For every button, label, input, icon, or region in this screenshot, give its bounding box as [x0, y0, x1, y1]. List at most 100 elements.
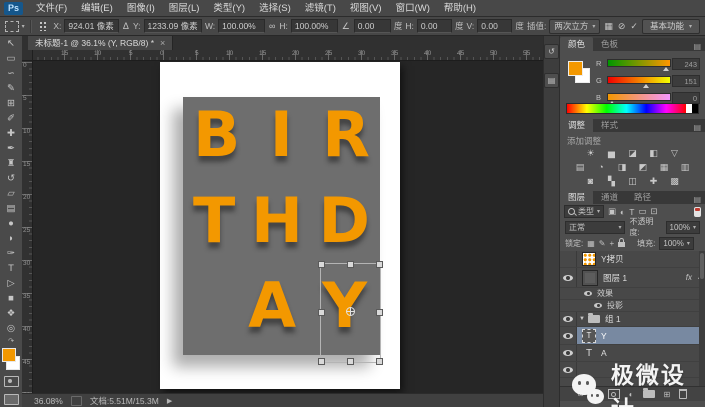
- zoom-level[interactable]: 36.08%: [34, 396, 63, 406]
- panel-foreground-swatch[interactable]: [568, 61, 583, 76]
- green-value[interactable]: 151: [672, 75, 700, 87]
- zoom-tool[interactable]: ◎: [0, 321, 22, 336]
- tool-preset-dropdown-icon[interactable]: ▾: [22, 23, 25, 30]
- tab-color[interactable]: 颜色: [560, 37, 594, 51]
- eraser-tool[interactable]: ▱: [0, 186, 22, 201]
- history-brush-tool[interactable]: ↺: [0, 171, 22, 186]
- green-slider[interactable]: [607, 76, 671, 88]
- lock-transparent-pixels-icon[interactable]: ▦: [587, 239, 595, 248]
- filter-on-off-toggle[interactable]: [694, 206, 701, 217]
- menu-file[interactable]: 文件(F): [29, 0, 74, 17]
- x-input[interactable]: 924.01 像素: [64, 19, 119, 33]
- clone-stamp-tool[interactable]: ♜: [0, 156, 22, 171]
- y-input[interactable]: 1233.09 像素: [143, 19, 202, 33]
- tab-styles[interactable]: 样式: [593, 118, 626, 132]
- selective-color-icon[interactable]: ✚: [646, 175, 661, 187]
- transform-handle-bottom-center[interactable]: [347, 358, 354, 365]
- transform-handle-bottom-left[interactable]: [318, 358, 325, 365]
- posterize-icon[interactable]: ▚: [604, 175, 619, 187]
- quick-mask-icon[interactable]: [3, 376, 19, 387]
- vibrance-icon[interactable]: ▽: [667, 147, 682, 159]
- document-tab[interactable]: 未标题-1 @ 36.1% (Y, RGB/8) * ×: [28, 36, 174, 50]
- healing-brush-tool[interactable]: ✚: [0, 126, 22, 141]
- warp-mode-icon[interactable]: ▦: [603, 21, 614, 32]
- visibility-toggle[interactable]: [560, 268, 577, 287]
- cancel-transform-icon[interactable]: ⊘: [617, 21, 627, 32]
- menu-filter[interactable]: 滤镜(T): [298, 0, 343, 17]
- height-input[interactable]: 100.00%: [290, 19, 338, 33]
- tab-channels[interactable]: 通道: [593, 190, 626, 204]
- properties-panel-icon[interactable]: ▤: [544, 73, 559, 88]
- pen-tool[interactable]: ✑: [0, 246, 22, 261]
- brush-tool[interactable]: ✒: [0, 141, 22, 156]
- lock-all-icon[interactable]: [618, 238, 626, 247]
- color-lookup-icon[interactable]: ▥: [678, 161, 693, 173]
- lock-position-icon[interactable]: +: [610, 239, 615, 248]
- red-slider-thumb[interactable]: [663, 67, 670, 71]
- eye-icon[interactable]: [584, 291, 592, 296]
- tab-close-icon[interactable]: ×: [160, 38, 165, 48]
- group-row[interactable]: ▼ 组 1: [560, 312, 705, 327]
- transform-handle-middle-right[interactable]: [376, 309, 383, 316]
- channel-mixer-icon[interactable]: ▦: [657, 161, 672, 173]
- canvas-viewport[interactable]: 15 10 5 0 5 10 15 20 25 30 35 40 45 50 5…: [22, 50, 543, 393]
- drop-shadow-row[interactable]: 投影: [560, 300, 705, 312]
- color-spectrum-bar[interactable]: [566, 103, 699, 114]
- threshold-icon[interactable]: ◫: [625, 175, 640, 187]
- panel-menu-icon[interactable]: ▤: [693, 42, 705, 51]
- path-selection-tool[interactable]: ▷: [0, 276, 22, 291]
- transform-bounding-box[interactable]: [318, 261, 383, 365]
- swap-colors-icon[interactable]: ↷: [0, 336, 22, 346]
- group-expand-icon[interactable]: ▼: [577, 316, 588, 322]
- menu-image[interactable]: 图像(I): [120, 0, 162, 17]
- blue-slider[interactable]: [607, 93, 671, 105]
- layer-thumbnail[interactable]: [582, 252, 596, 266]
- tab-adjustments[interactable]: 调整: [560, 118, 594, 132]
- reference-point-locator[interactable]: [38, 21, 49, 31]
- width-input[interactable]: 100.00%: [218, 19, 265, 33]
- transform-handle-top-left[interactable]: [318, 261, 325, 268]
- marquee-tool[interactable]: ▭: [0, 51, 22, 66]
- menu-edit[interactable]: 编辑(E): [74, 0, 120, 17]
- crop-tool[interactable]: ⊞: [0, 96, 22, 111]
- filter-pixel-layers-icon[interactable]: ▣: [608, 206, 616, 217]
- menu-layer[interactable]: 图层(L): [162, 0, 207, 17]
- transform-handle-middle-left[interactable]: [318, 309, 325, 316]
- dodge-tool[interactable]: ◗: [0, 231, 22, 246]
- black-white-icon[interactable]: ◨: [615, 161, 630, 173]
- history-panel-icon[interactable]: ↺: [544, 44, 559, 59]
- foreground-color-swatch[interactable]: [2, 348, 16, 362]
- vertical-ruler[interactable]: 0 5 10 15 20 25 30 35 40 45 50: [22, 60, 33, 393]
- text-layer-thumbnail[interactable]: T: [582, 328, 596, 343]
- visibility-toggle[interactable]: [560, 312, 577, 326]
- tab-paths[interactable]: 路径: [626, 190, 659, 204]
- menu-type[interactable]: 类型(Y): [206, 0, 252, 17]
- layer-filter-select[interactable]: 类型 ▾: [564, 205, 605, 218]
- visibility-toggle[interactable]: [560, 327, 577, 344]
- transform-handle-top-center[interactable]: [347, 261, 354, 268]
- panel-menu-icon[interactable]: ▤: [693, 123, 705, 132]
- filter-type-layers-icon[interactable]: T: [629, 207, 634, 217]
- angle-input[interactable]: 0.00: [353, 19, 391, 33]
- tool-preset-icon[interactable]: [5, 20, 19, 32]
- curves-icon[interactable]: ◪: [625, 147, 640, 159]
- selected-layer-strip[interactable]: T Y: [577, 327, 705, 344]
- type-tool[interactable]: T: [0, 261, 22, 276]
- shape-tool[interactable]: ■: [0, 291, 22, 306]
- tab-swatches[interactable]: 色板: [593, 37, 626, 51]
- v-skew-input[interactable]: 0.00: [477, 19, 513, 33]
- exposure-icon[interactable]: ◧: [646, 147, 661, 159]
- blur-tool[interactable]: ●: [0, 216, 22, 231]
- hand-tool[interactable]: ❖: [0, 306, 22, 321]
- maintain-aspect-ratio-icon[interactable]: ∞: [268, 21, 276, 31]
- horizontal-ruler[interactable]: 15 10 5 0 5 10 15 20 25 30 35 40 45 50 5…: [32, 50, 543, 61]
- tab-layers[interactable]: 图层: [560, 190, 594, 204]
- red-slider[interactable]: [607, 59, 671, 71]
- brightness-contrast-icon[interactable]: ☀: [583, 147, 598, 159]
- eyedropper-tool[interactable]: ✐: [0, 111, 22, 126]
- quick-selection-tool[interactable]: ✎: [0, 81, 22, 96]
- lock-image-pixels-icon[interactable]: ✎: [599, 239, 606, 248]
- relative-position-icon[interactable]: Δ: [122, 21, 130, 31]
- invert-icon[interactable]: ◙: [583, 175, 598, 187]
- layer-row-y-selected[interactable]: T Y: [560, 327, 705, 345]
